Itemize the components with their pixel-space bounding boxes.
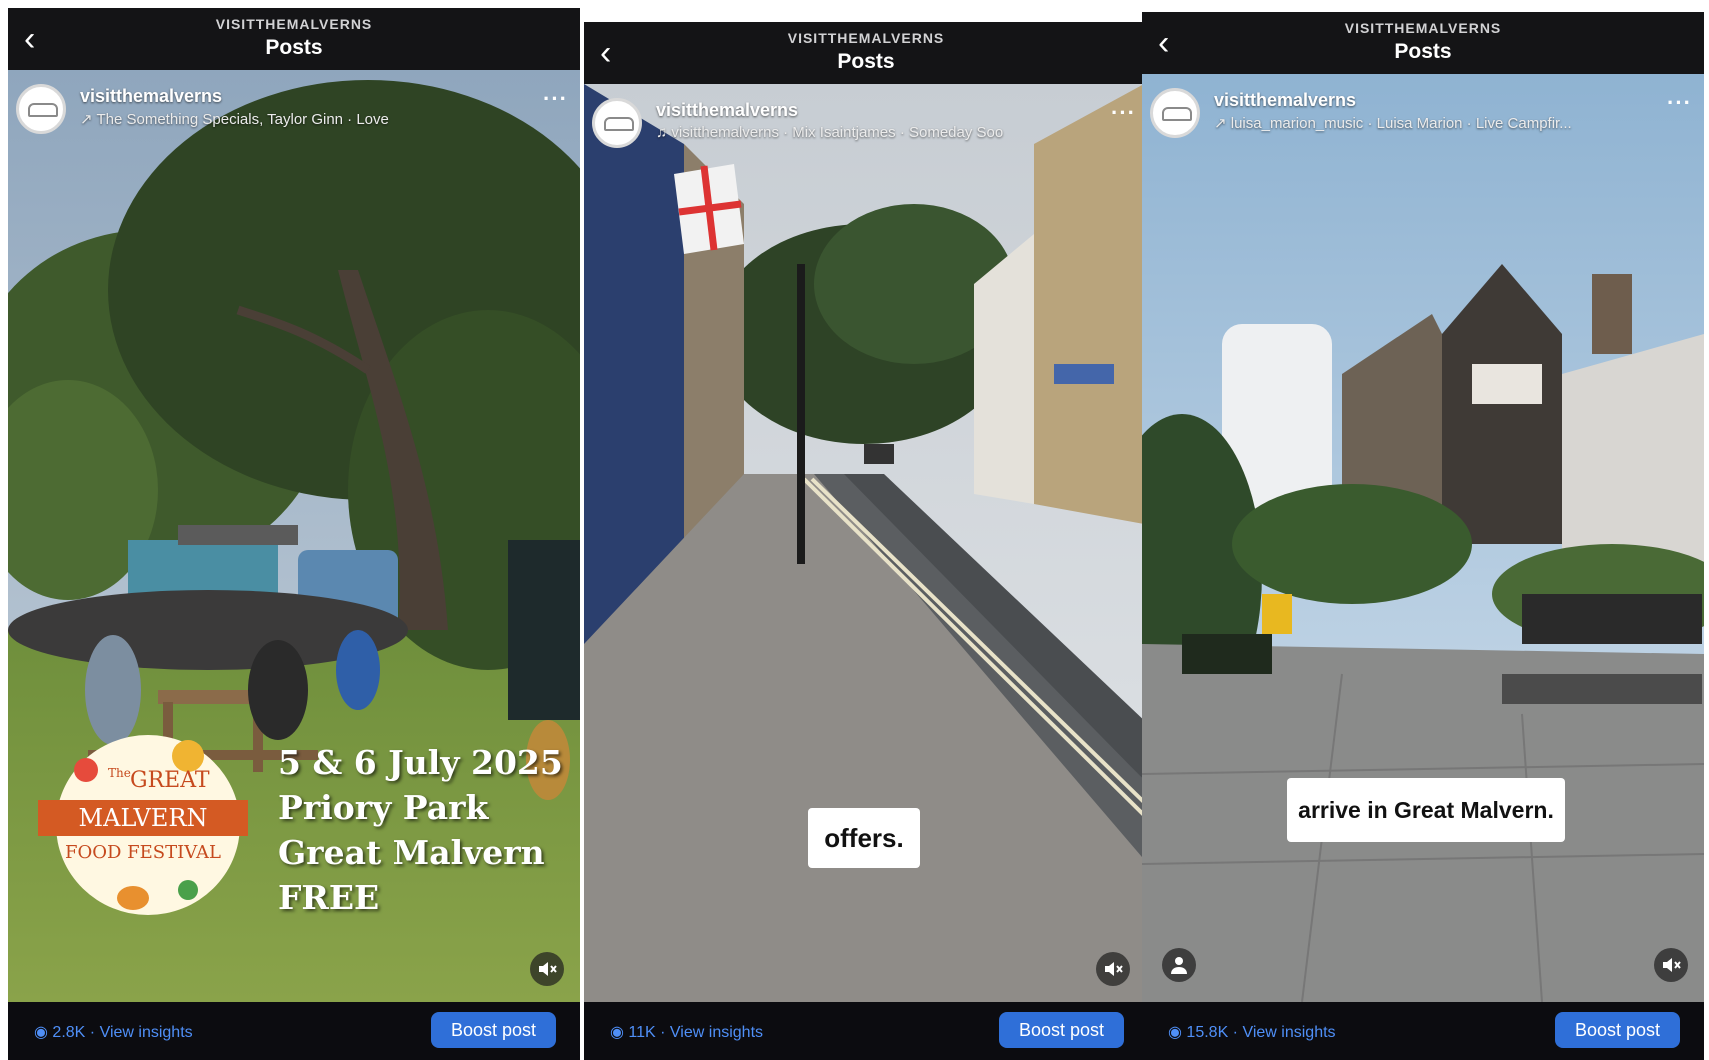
festival-logo: The GREAT MALVERN FOOD FESTIVAL: [38, 730, 248, 920]
person-icon[interactable]: [1162, 948, 1196, 982]
audio-arrow-icon: ↗: [80, 111, 93, 128]
audio-text: visitthemalverns · Mix Isaintjames · Som…: [671, 124, 1004, 141]
more-dots-icon[interactable]: ···: [543, 86, 568, 112]
eye-icon: ◉: [610, 1024, 624, 1041]
view-insights-link[interactable]: View insights: [670, 1024, 763, 1041]
logo-food-festival: FOOD FESTIVAL: [65, 842, 221, 863]
audio-attribution[interactable]: ♫ visitthemalverns · Mix Isaintjames · S…: [656, 124, 1003, 141]
audio-text: The Something Specials, Taylor Ginn · Lo…: [96, 111, 389, 128]
mute-icon[interactable]: [530, 952, 564, 986]
festival-venue: Priory Park: [278, 788, 489, 827]
audio-arrow-icon: ↗: [1214, 115, 1227, 132]
boost-post-button[interactable]: Boost post: [430, 1012, 556, 1048]
mute-icon[interactable]: [1096, 952, 1130, 986]
post-panel-1: ‹ VISITTHEMALVERNS Posts The GREAT MALVE…: [8, 8, 580, 1060]
page-title: Posts: [1394, 40, 1452, 63]
festival-price: FREE: [278, 878, 380, 917]
post-header: visitthemalverns ↗ The Something Special…: [16, 80, 572, 140]
avatar[interactable]: [1150, 88, 1200, 138]
username[interactable]: visitthemalverns: [80, 86, 222, 107]
boost-post-button[interactable]: Boost post: [998, 1012, 1124, 1048]
post-panel-2: ‹ VISITTHEMALVERNS Posts offers. visitth…: [584, 22, 1148, 1060]
bottom-bar: ◉ 11K · View insights Boost post: [584, 1002, 1148, 1060]
audio-attribution[interactable]: ↗ The Something Specials, Taylor Ginn · …: [80, 110, 389, 128]
bottom-bar: ◉ 2.8K · View insights Boost post: [8, 1002, 580, 1060]
view-insights-link[interactable]: View insights: [100, 1024, 193, 1041]
more-dots-icon[interactable]: ···: [1667, 90, 1692, 116]
eye-icon: ◉: [1168, 1024, 1182, 1041]
festival-dates: 5 & 6 July 2025: [278, 743, 563, 782]
post-media[interactable]: arrive in Great Malvern.: [1142, 74, 1704, 1002]
video-caption: offers.: [808, 808, 920, 868]
festival-town: Great Malvern: [278, 833, 545, 872]
view-count: 11K: [628, 1024, 656, 1041]
logo-the: The: [108, 766, 131, 780]
insights-row[interactable]: ◉ 2.8K · View insights: [34, 1022, 193, 1042]
post-header: visitthemalverns ↗ luisa_marion_music · …: [1150, 84, 1696, 144]
mute-icon[interactable]: [1654, 948, 1688, 982]
festival-details: 5 & 6 July 2025 Priory Park Great Malver…: [278, 740, 563, 920]
music-note-icon: ♫: [656, 124, 668, 141]
post-media[interactable]: The GREAT MALVERN FOOD FESTIVAL 5 & 6 Ju…: [8, 70, 580, 1002]
page-title: Posts: [837, 50, 895, 73]
logo-great: GREAT: [130, 768, 210, 793]
view-insights-link[interactable]: View insights: [1242, 1024, 1335, 1041]
bottom-bar: ◉ 15.8K · View insights Boost post: [1142, 1002, 1704, 1060]
username[interactable]: visitthemalverns: [1214, 90, 1356, 111]
username[interactable]: visitthemalverns: [656, 100, 798, 121]
audio-attribution[interactable]: ↗ luisa_marion_music · Luisa Marion · Li…: [1214, 114, 1572, 132]
post-header: visitthemalverns ♫ visitthemalverns · Mi…: [592, 94, 1140, 154]
post-panel-3: ‹ VISITTHEMALVERNS Posts arrive in Great…: [1142, 12, 1704, 1060]
eye-icon: ◉: [34, 1024, 48, 1041]
top-bar: ‹ VISITTHEMALVERNS Posts: [1142, 12, 1704, 74]
insights-row[interactable]: ◉ 11K · View insights: [610, 1022, 763, 1042]
audio-text: luisa_marion_music · Luisa Marion · Live…: [1230, 115, 1572, 132]
view-count: 2.8K: [52, 1024, 86, 1041]
town-square-photo: [1142, 74, 1704, 1002]
avatar[interactable]: [16, 84, 66, 134]
insights-row[interactable]: ◉ 15.8K · View insights: [1168, 1022, 1336, 1042]
account-header: VISITTHEMALVERNS: [787, 30, 945, 46]
page-title: Posts: [265, 36, 323, 59]
boost-post-button[interactable]: Boost post: [1554, 1012, 1680, 1048]
view-count: 15.8K: [1186, 1024, 1229, 1041]
more-dots-icon[interactable]: ···: [1111, 100, 1136, 126]
avatar[interactable]: [592, 98, 642, 148]
video-caption: arrive in Great Malvern.: [1287, 778, 1565, 842]
post-media[interactable]: offers.: [584, 84, 1148, 1002]
logo-malvern: MALVERN: [78, 804, 208, 832]
top-bar: ‹ VISITTHEMALVERNS Posts: [8, 8, 580, 70]
top-bar: ‹ VISITTHEMALVERNS Posts: [584, 22, 1148, 84]
account-header: VISITTHEMALVERNS: [215, 16, 373, 32]
account-header: VISITTHEMALVERNS: [1344, 20, 1502, 36]
